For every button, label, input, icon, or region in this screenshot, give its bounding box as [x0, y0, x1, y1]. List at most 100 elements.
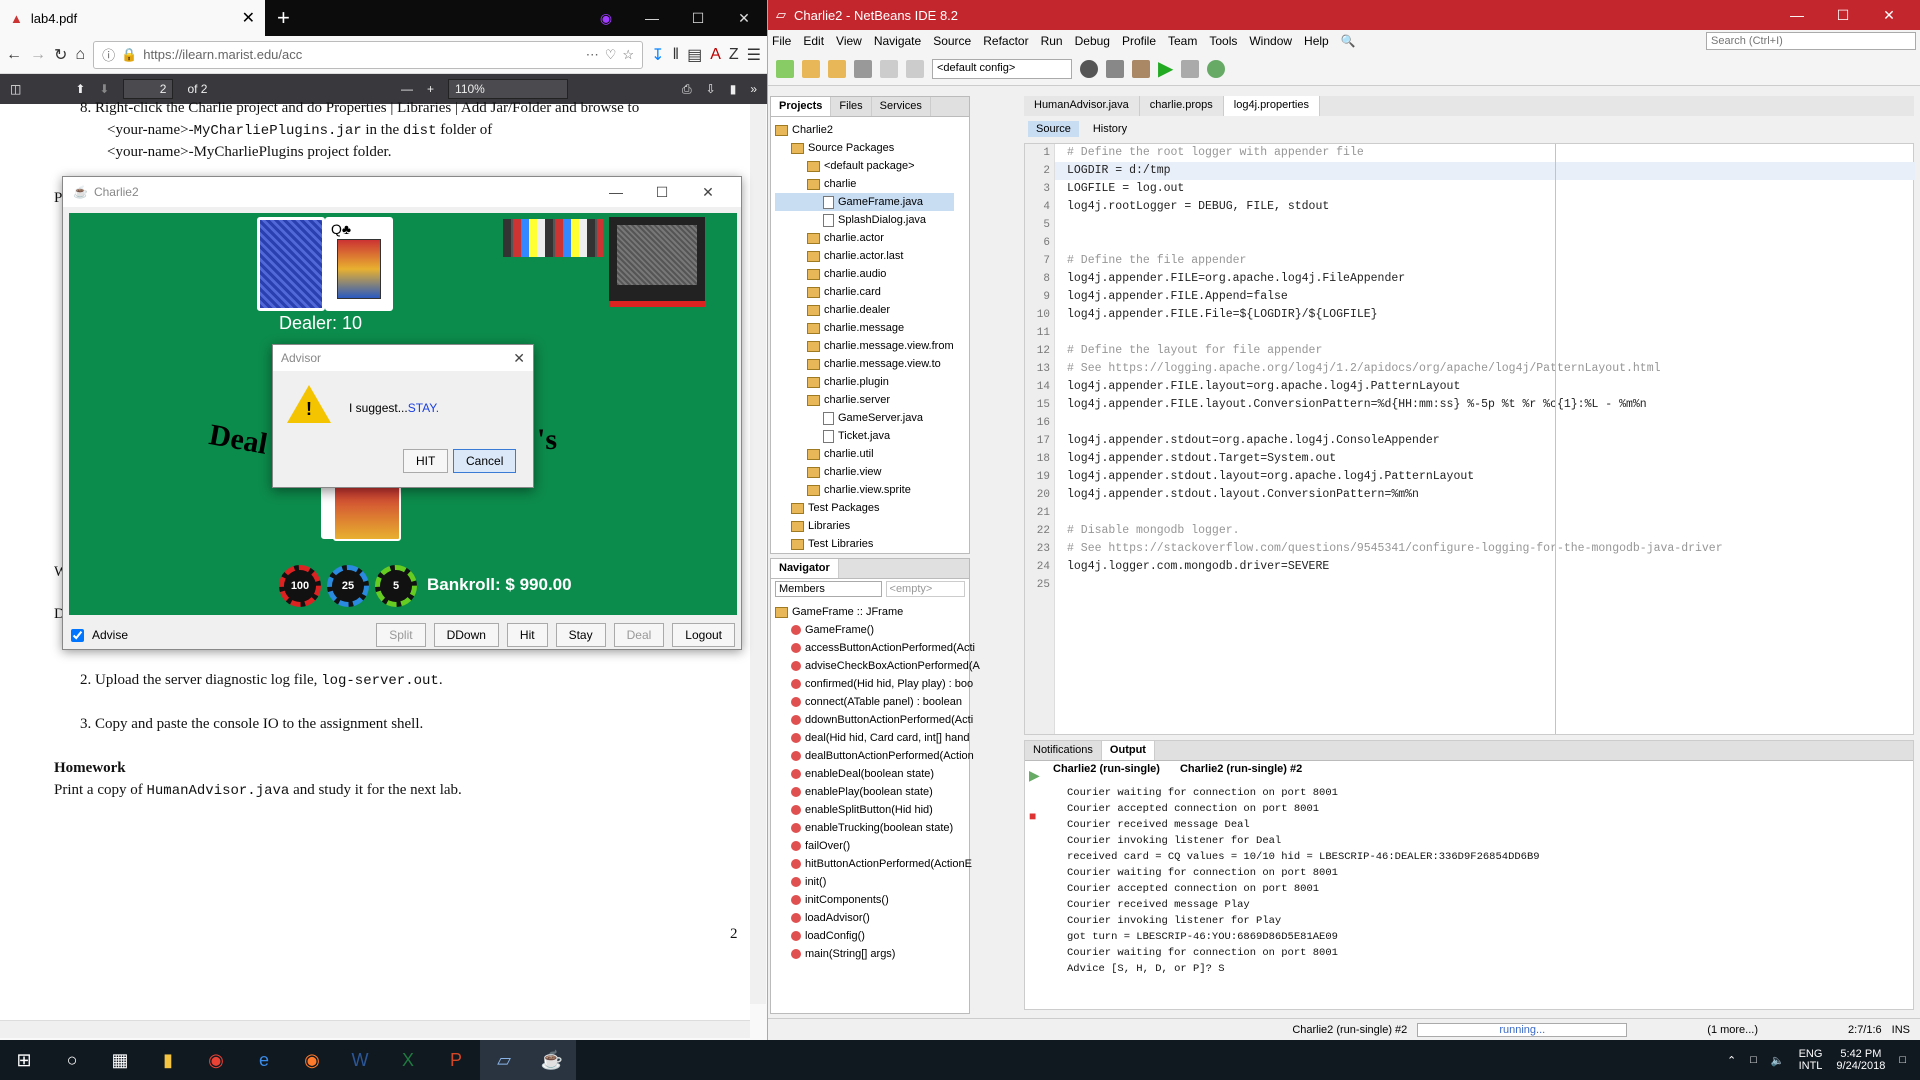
project-tree-item[interactable]: charlie.util [775, 445, 954, 463]
split-button[interactable]: Split [376, 623, 426, 647]
project-tree-item[interactable]: SplashDialog.java [775, 211, 954, 229]
profile-icon[interactable] [1207, 59, 1226, 78]
project-tree-item[interactable]: Libraries [775, 517, 954, 535]
navigator-member[interactable]: failOver() [775, 837, 980, 855]
bookmark-icon[interactable]: ▮ [730, 82, 737, 96]
tab-run-single[interactable]: Charlie2 (run-single) [1053, 763, 1160, 775]
new-project-icon[interactable] [802, 59, 820, 78]
save-icon[interactable]: ⇩ [706, 82, 716, 96]
hit-button[interactable]: Hit [506, 623, 548, 647]
menu-refactor[interactable]: Refactor [983, 34, 1028, 48]
tab-run-single-2[interactable]: Charlie2 (run-single) #2 [1179, 763, 1303, 775]
minimize-button[interactable]: — [593, 184, 639, 201]
powerpoint-icon[interactable]: P [432, 1040, 480, 1080]
advisor-hit-button[interactable]: HIT [403, 449, 449, 473]
vertical-scrollbar[interactable] [750, 104, 766, 1004]
ddown-button[interactable]: DDown [433, 623, 499, 647]
task-view-icon[interactable]: ▦ [96, 1040, 144, 1080]
tab-lab4-pdf[interactable]: ▲ lab4.pdf ✕ [0, 0, 265, 36]
chip-25[interactable]: 25 [327, 565, 369, 607]
navigator-member[interactable]: initComponents() [775, 891, 980, 909]
page-actions-icon[interactable]: ⋯ [586, 47, 599, 63]
navigator-member[interactable]: GameFrame() [775, 621, 980, 639]
network-icon[interactable]: □ [1750, 1054, 1757, 1066]
project-tree-item[interactable]: charlie.view.sprite [775, 481, 954, 499]
deal-button[interactable]: Deal [613, 623, 665, 647]
volume-icon[interactable]: 🔈 [1771, 1054, 1785, 1067]
project-tree-item[interactable]: Charlie2 [775, 121, 954, 139]
maximize-button[interactable]: ☐ [639, 184, 685, 201]
zoom-out-button[interactable]: — [401, 82, 413, 96]
minimize-button[interactable]: — [1774, 7, 1820, 24]
navigator-member[interactable]: enableSplitButton(Hid hid) [775, 801, 980, 819]
code-editor[interactable]: 1 2 3 4 5 6 7 8 9 10 11 12 13 14 15 16 17 18 19 20 21 22 23 24 2… [1024, 143, 1915, 735]
menu-icon[interactable]: ☰ [747, 45, 761, 65]
navigator-member[interactable]: loadAdvisor() [775, 909, 980, 927]
navigator-member[interactable]: enableDeal(boolean state) [775, 765, 980, 783]
back-icon[interactable]: ← [6, 46, 22, 64]
project-tree-item[interactable]: GameServer.java [775, 409, 954, 427]
download-icon[interactable]: ↧ [651, 45, 664, 65]
menu-window[interactable]: Window [1249, 34, 1292, 48]
tab-files[interactable]: Files [831, 97, 872, 116]
horizontal-scrollbar[interactable] [0, 1020, 750, 1038]
project-tree-item[interactable]: charlie.dealer [775, 301, 954, 319]
menu-view[interactable]: View [836, 34, 862, 48]
excel-icon[interactable]: X [384, 1040, 432, 1080]
forward-icon[interactable]: → [30, 46, 46, 64]
toggle-sidebar-icon[interactable]: ◫ [10, 82, 21, 96]
build-target-icon[interactable] [1080, 59, 1098, 78]
debug-icon[interactable] [1181, 59, 1200, 78]
chrome-icon[interactable]: ◉ [192, 1040, 240, 1080]
java-taskbar-icon[interactable]: ☕ [528, 1040, 576, 1080]
rerun-icon[interactable]: ▶ [1029, 767, 1040, 784]
save-all-icon[interactable] [854, 59, 872, 78]
project-tree-item[interactable]: Source Packages [775, 139, 954, 157]
file-explorer-icon[interactable]: ▮ [144, 1040, 192, 1080]
project-tree-item[interactable]: charlie.actor [775, 229, 954, 247]
undo-icon[interactable] [880, 59, 898, 78]
close-tab-icon[interactable]: ✕ [242, 8, 255, 28]
project-tree-item[interactable]: charlie.actor.last [775, 247, 954, 265]
chip-5[interactable]: 5 [375, 565, 417, 607]
new-tab-button[interactable]: + [265, 0, 302, 36]
previous-page-icon[interactable]: ⬆ [75, 82, 85, 96]
firefox-icon[interactable]: ◉ [288, 1040, 336, 1080]
navigator-member[interactable]: accessButtonActionPerformed(Acti [775, 639, 980, 657]
menu-file[interactable]: File [772, 34, 791, 48]
maximize-button[interactable]: ☐ [1820, 7, 1866, 24]
chevron-up-icon[interactable]: ⌃ [1727, 1054, 1736, 1067]
navigator-filter-select[interactable]: Members [775, 581, 882, 597]
search-icon[interactable]: ○ [48, 1040, 96, 1080]
source-tab[interactable]: Source [1028, 121, 1079, 137]
project-tree-item[interactable]: charlie.card [775, 283, 954, 301]
project-tree-item[interactable]: charlie.message [775, 319, 954, 337]
info-icon[interactable]: ⓘ [102, 45, 115, 64]
menu-navigate[interactable]: Navigate [874, 34, 921, 48]
navigator-member[interactable]: confirmed(Hid hid, Play play) : boo [775, 675, 980, 693]
clean-build-icon[interactable] [1132, 59, 1150, 78]
bookmark-star-icon[interactable]: ☆ [622, 47, 634, 63]
chip-100[interactable]: 100 [279, 565, 321, 607]
menu-debug[interactable]: Debug [1075, 34, 1110, 48]
tab-output[interactable]: Output [1101, 741, 1155, 760]
close-button[interactable]: ✕ [685, 184, 731, 201]
language-indicator[interactable]: ENG INTL [1799, 1048, 1823, 1072]
notifications-icon[interactable]: □ [1899, 1054, 1906, 1066]
navigator-member[interactable]: hitButtonActionPerformed(ActionE [775, 855, 980, 873]
home-icon[interactable]: ⌂ [75, 46, 85, 64]
navigator-member[interactable]: enablePlay(boolean state) [775, 783, 980, 801]
navigator-member[interactable]: deal(Hid hid, Card card, int[] hand [775, 729, 980, 747]
project-tree-item[interactable]: Ticket.java [775, 427, 954, 445]
project-tree-item[interactable]: charlie.server [775, 391, 954, 409]
clock[interactable]: 5:42 PM 9/24/2018 [1836, 1048, 1885, 1072]
navigator-member[interactable]: loadConfig() [775, 927, 980, 945]
menu-profile[interactable]: Profile [1122, 34, 1156, 48]
open-project-icon[interactable] [828, 59, 846, 78]
new-file-icon[interactable] [776, 59, 794, 78]
close-window-button[interactable]: ✕ [721, 10, 767, 27]
advisor-cancel-button[interactable]: Cancel [453, 449, 517, 473]
page-number-input[interactable]: 2 [123, 79, 174, 99]
menu-team[interactable]: Team [1168, 34, 1197, 48]
stay-button[interactable]: Stay [555, 623, 606, 647]
